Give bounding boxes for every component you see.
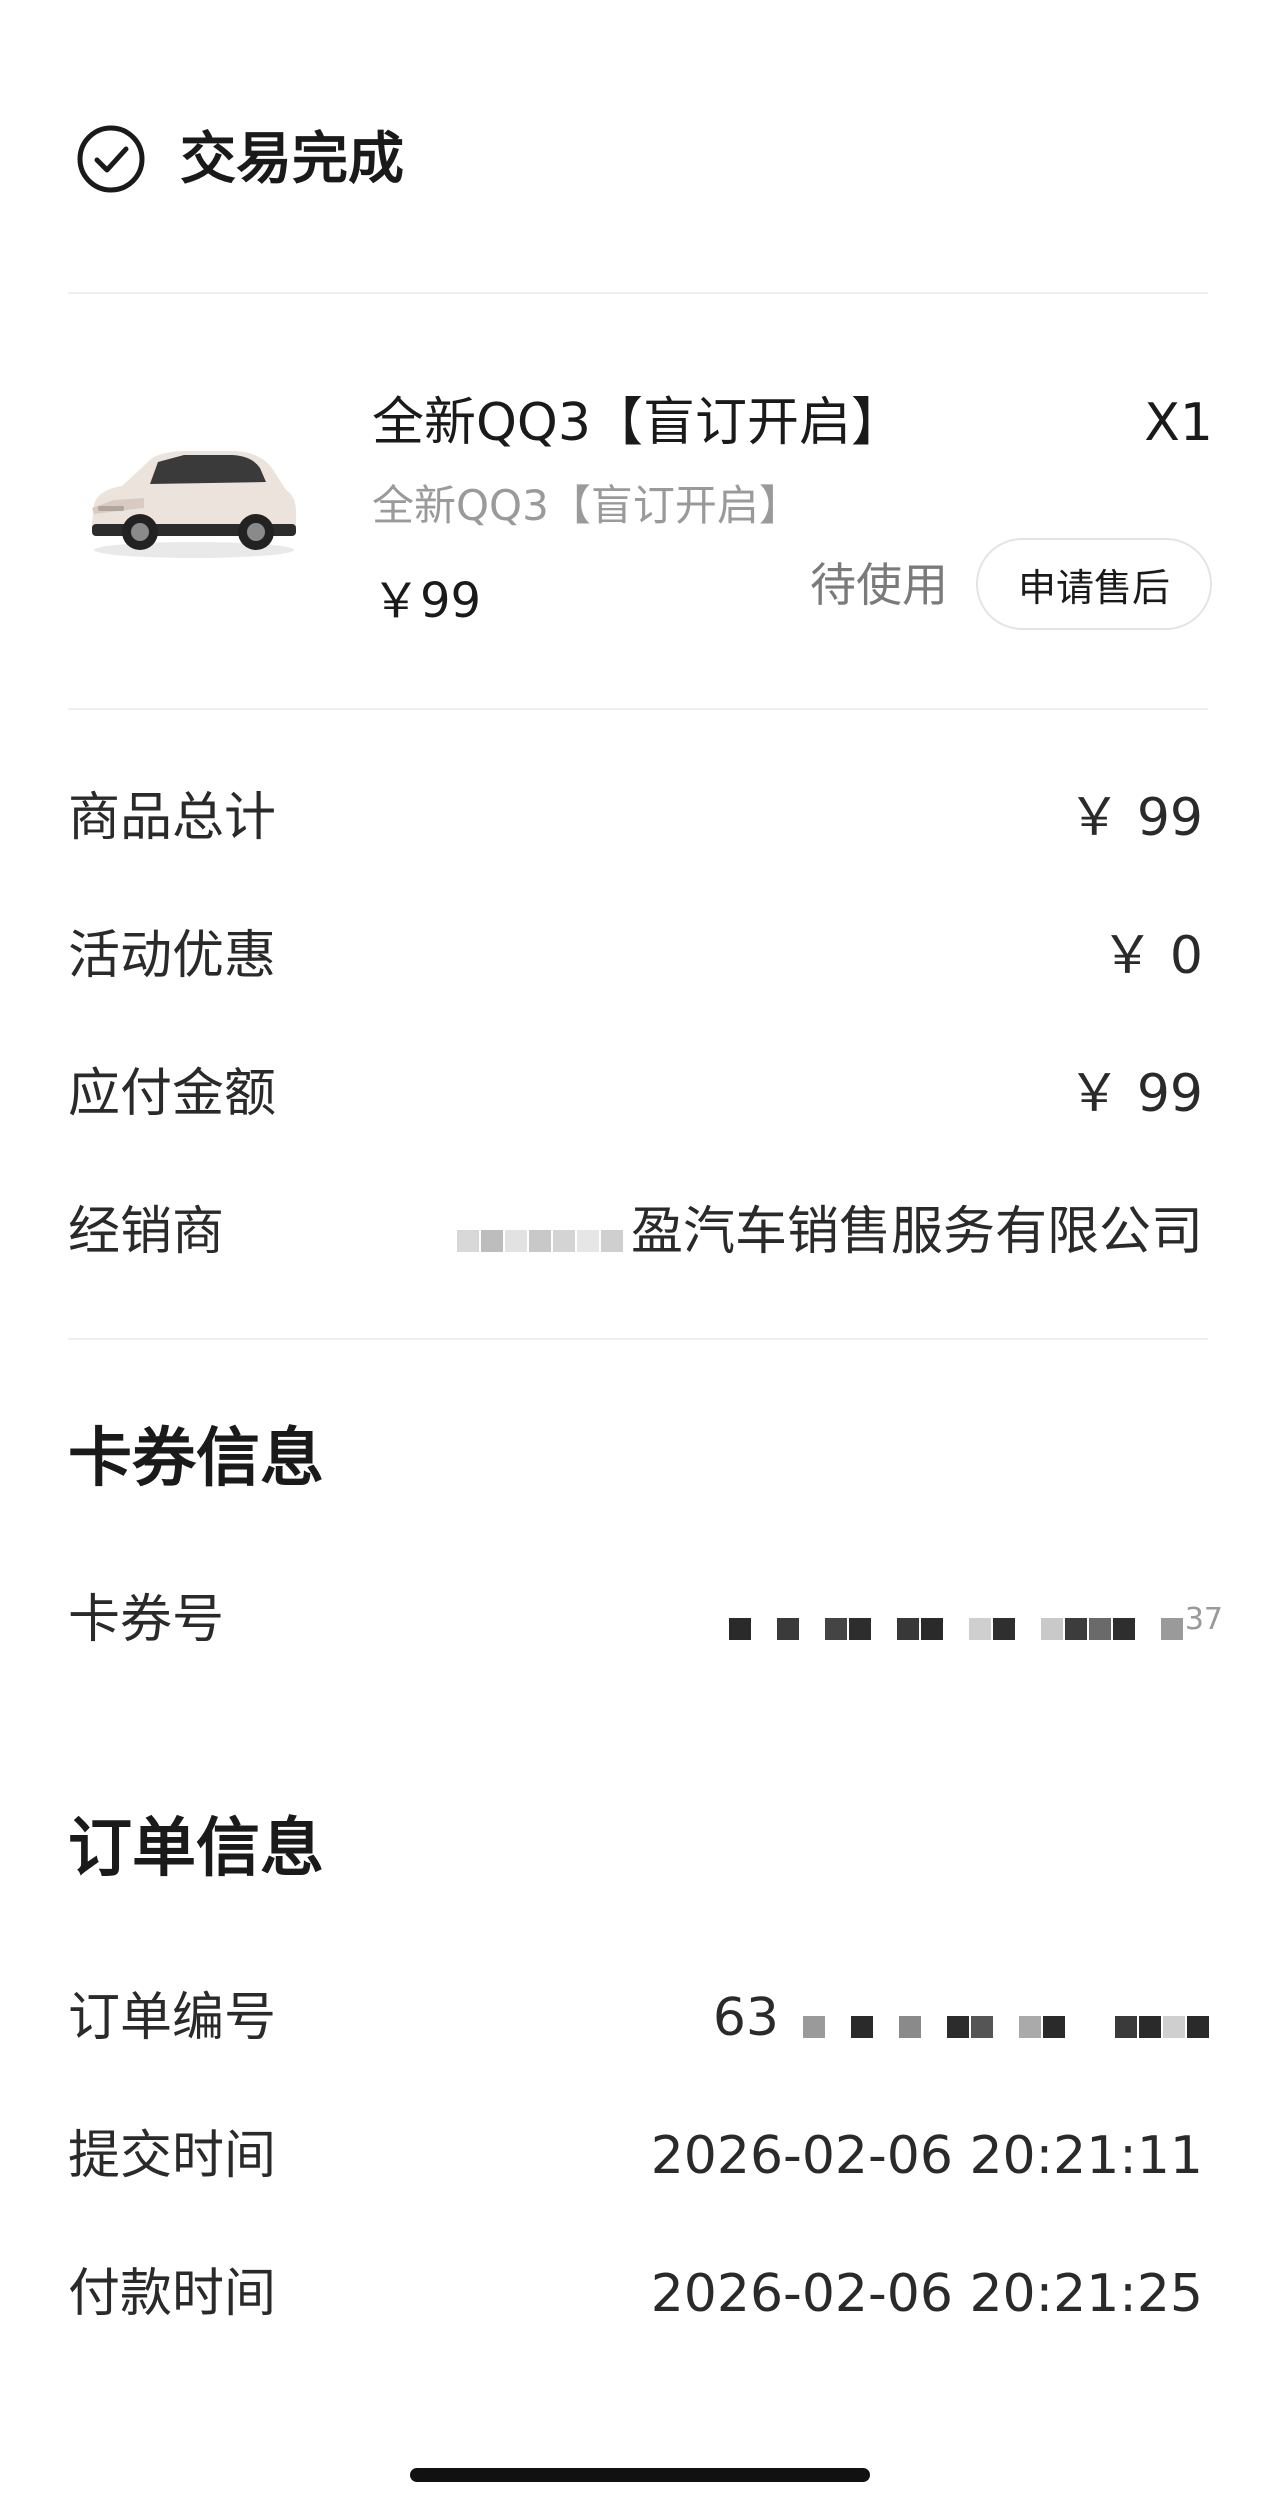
order-section-title: 订单信息 <box>68 1812 324 1886</box>
redacted-block <box>779 1985 1211 2057</box>
order-number-label: 订单编号 <box>68 1988 277 2048</box>
home-indicator[interactable] <box>410 2468 870 2482</box>
order-number-value[interactable]: 63 <box>713 1982 1211 2057</box>
dealer-value: 盈汽车销售服务有限公司 <box>456 1196 1203 1271</box>
divider <box>68 292 1208 294</box>
divider <box>68 1338 1208 1340</box>
product-status: 待使用 <box>810 558 948 612</box>
order-status-title: 交易完成 <box>180 127 404 192</box>
check-circle-icon <box>76 124 146 194</box>
car-image[interactable] <box>84 438 306 562</box>
divider <box>68 708 1208 710</box>
pay-time-value: 2026-02-06 20:21:25 <box>650 2264 1203 2324</box>
redacted-block <box>728 1587 1185 1659</box>
product-quantity: X1 <box>1144 393 1213 453</box>
after-sale-button[interactable]: 申请售后 <box>976 538 1212 630</box>
dealer-name: 盈汽车销售服务有限公司 <box>630 1202 1203 1262</box>
total-value: ￥ 99 <box>1068 788 1203 848</box>
submit-time-label: 提交时间 <box>68 2126 277 2186</box>
coupon-number-visible: 37 <box>1184 1602 1223 1637</box>
coupon-number-value[interactable]: 37 <box>728 1584 1223 1659</box>
payable-label: 应付金额 <box>68 1064 277 1124</box>
submit-time-value: 2026-02-06 20:21:11 <box>650 2126 1203 2186</box>
total-label: 商品总计 <box>68 788 277 848</box>
coupon-number-label: 卡券号 <box>68 1590 225 1650</box>
order-number-prefix: 63 <box>712 1988 779 2048</box>
payable-value: ￥ 99 <box>1068 1064 1203 1124</box>
product-name: 全新QQ3【盲订开启】 <box>372 393 903 453</box>
discount-value: ￥ 0 <box>1101 926 1203 986</box>
coupon-section-title: 卡券信息 <box>68 1422 324 1496</box>
product-price: ￥99 <box>372 573 482 629</box>
product-subtitle: 全新QQ3【盲订开启】 <box>372 481 801 530</box>
pay-time-label: 付款时间 <box>68 2264 277 2324</box>
dealer-label: 经销商 <box>68 1202 225 1262</box>
discount-label: 活动优惠 <box>68 926 277 986</box>
redacted-block <box>456 1199 625 1271</box>
